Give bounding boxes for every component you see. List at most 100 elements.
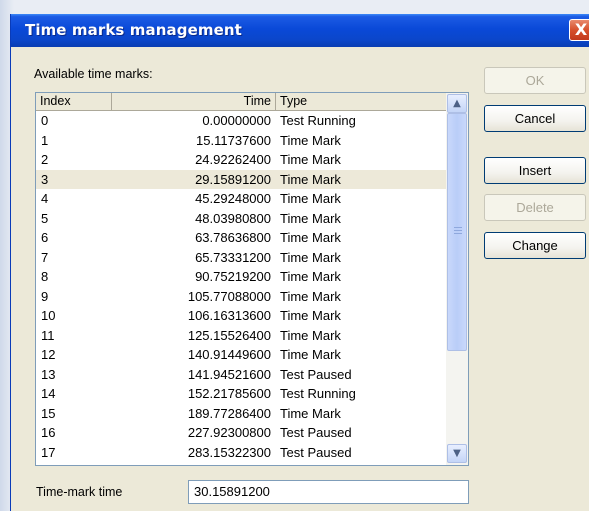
type-cell: Time Mark [280, 308, 341, 323]
table-row[interactable]: 15 189.77286400 Time Mark [36, 404, 447, 424]
index-cell: 16 [41, 425, 56, 440]
time-cell: 65.73331200 [195, 249, 271, 265]
type-cell: Time Mark [280, 327, 341, 343]
time-marks-list[interactable]: Index Time Type 0 0.00000000 Test Running 1… [35, 92, 469, 466]
type-cell: Time Mark [280, 152, 341, 167]
table-row[interactable]: 7 65.73331200 Time Mark [36, 248, 447, 268]
close-icon: X [574, 20, 588, 39]
chevron-up-icon: ▲ [453, 98, 461, 109]
time-cell: 90.75219200 [195, 269, 271, 284]
column-header-type[interactable]: Type [276, 93, 447, 111]
index-cell: 17 [41, 444, 56, 460]
table-row[interactable]: 4 45.29248000 Time Mark [36, 189, 447, 209]
column-header-index-label: Index [40, 94, 71, 108]
index-cell: 11 [41, 327, 55, 343]
index-cell: 1 [41, 132, 49, 148]
available-time-marks-label: Available time marks: [34, 67, 153, 81]
column-header-time[interactable]: Time [112, 93, 276, 111]
list-rows: 0 0.00000000 Test Running 1 15.11737600 Time … [36, 111, 447, 465]
index-cell: 13 [41, 366, 56, 382]
column-header-time-label: Time [243, 94, 271, 108]
column-header-index[interactable]: Index [36, 93, 112, 111]
type-cell: Test Paused [280, 425, 352, 440]
table-row[interactable]: 17 283.15322300 Test Paused [36, 443, 447, 463]
index-cell: 7 [41, 249, 49, 265]
type-cell: Time Mark [280, 347, 341, 362]
time-marks-dialog: Time marks management X Available time m… [10, 14, 589, 511]
index-cell: 10 [41, 308, 56, 323]
time-cell: 283.15322300 [187, 444, 271, 460]
time-cell: 29.15891200 [195, 171, 271, 187]
scrollbar-thumb[interactable] [447, 113, 467, 351]
time-cell: 24.92262400 [195, 152, 271, 167]
table-row[interactable]: 13 141.94521600 Test Paused [36, 365, 447, 385]
index-cell: 14 [41, 386, 56, 401]
index-cell: 9 [41, 288, 49, 304]
index-cell: 6 [41, 230, 49, 245]
table-row[interactable]: 14 152.21785600 Test Running [36, 384, 447, 404]
table-row[interactable]: 1 15.11737600 Time Mark [36, 131, 447, 151]
index-cell: 2 [41, 152, 49, 167]
time-cell: 48.03980800 [195, 210, 271, 226]
table-row[interactable]: 6 63.78636800 Time Mark [36, 228, 447, 248]
table-row[interactable]: 3 29.15891200 Time Mark [36, 169, 447, 189]
index-cell: 0 [41, 113, 49, 128]
type-cell: Test Paused [280, 366, 352, 382]
chevron-down-icon: ▼ [453, 448, 461, 459]
table-row[interactable]: 11 125.15526400 Time Mark [36, 326, 447, 346]
time-mark-time-label: Time-mark time [36, 485, 123, 499]
time-cell: 189.77286400 [187, 405, 271, 421]
type-cell: Time Mark [280, 191, 341, 206]
title-bar[interactable]: Time marks management X [11, 14, 589, 47]
type-cell: Time Mark [280, 405, 341, 421]
scroll-down-button[interactable]: ▼ [447, 444, 467, 463]
index-cell: 15 [41, 405, 56, 421]
index-cell: 3 [41, 171, 49, 187]
dialog-title: Time marks management [25, 21, 242, 39]
type-cell: Time Mark [280, 230, 341, 245]
time-mark-time-input[interactable]: 30.15891200 [188, 480, 469, 504]
time-cell: 105.77088000 [187, 288, 271, 304]
time-cell: 227.92300800 [187, 425, 271, 440]
index-cell: 8 [41, 269, 49, 284]
table-row[interactable]: 16 227.92300800 Test Paused [36, 423, 447, 443]
index-cell: 12 [41, 347, 56, 362]
cancel-button[interactable]: Cancel [484, 105, 586, 132]
time-cell: 125.15526400 [187, 327, 271, 343]
ok-button[interactable]: OK [484, 67, 586, 94]
type-cell: Time Mark [280, 210, 341, 226]
table-row[interactable]: 8 90.75219200 Time Mark [36, 267, 447, 287]
time-cell: 140.91449600 [187, 347, 271, 362]
type-cell: Test Running [280, 386, 356, 401]
type-cell: Time Mark [280, 171, 341, 187]
type-cell: Time Mark [280, 269, 341, 284]
change-button[interactable]: Change [484, 232, 586, 259]
time-cell: 15.11737600 [196, 132, 271, 148]
column-header-type-label: Type [280, 94, 308, 108]
table-row[interactable]: 0 0.00000000 Test Running [36, 111, 447, 131]
thumb-grip-line [454, 233, 462, 234]
insert-button[interactable]: Insert [484, 157, 586, 184]
time-cell: 45.29248000 [195, 191, 271, 206]
type-cell: Time Mark [280, 249, 341, 265]
vertical-scrollbar[interactable]: ▲ ▼ [446, 93, 468, 465]
close-button[interactable]: X [569, 19, 589, 41]
table-row[interactable]: 10 106.16313600 Time Mark [36, 306, 447, 326]
type-cell: Time Mark [280, 288, 341, 304]
table-row[interactable]: 2 24.92262400 Time Mark [36, 150, 447, 170]
delete-button[interactable]: Delete [484, 194, 586, 221]
index-cell: 5 [41, 210, 49, 226]
time-cell: 63.78636800 [195, 230, 271, 245]
time-cell: 0.00000000 [202, 113, 271, 128]
table-row[interactable]: 9 105.77088000 Time Mark [36, 287, 447, 307]
list-header: Index Time Type [36, 93, 447, 111]
type-cell: Test Paused [280, 444, 352, 460]
index-cell: 4 [41, 191, 49, 206]
type-cell: Test Running [280, 113, 356, 128]
thumb-grip-line [454, 230, 462, 231]
time-cell: 106.16313600 [187, 308, 271, 323]
table-row[interactable]: 5 48.03980800 Time Mark [36, 209, 447, 229]
scroll-up-button[interactable]: ▲ [447, 94, 467, 113]
table-row[interactable]: 12 140.91449600 Time Mark [36, 345, 447, 365]
type-cell: Time Mark [280, 132, 341, 148]
